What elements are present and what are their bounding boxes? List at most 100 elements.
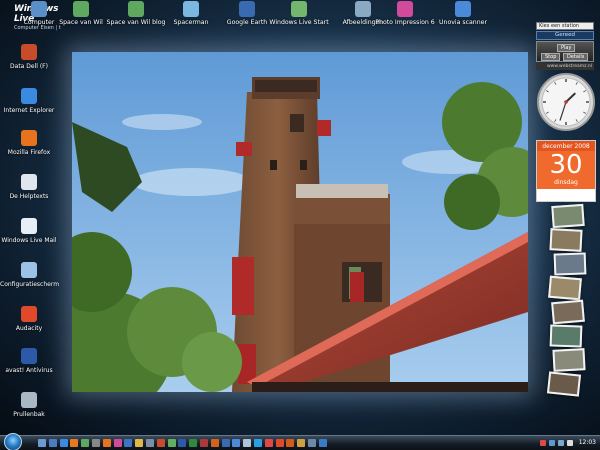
media-player-icon[interactable] (70, 439, 79, 447)
chat-icon[interactable] (540, 440, 546, 446)
top-desktop-icons: Computer Space van Wil Space van Wil blog S… (0, 0, 535, 34)
google-earth-icon[interactable] (221, 439, 230, 447)
folder-icon[interactable] (135, 439, 144, 447)
taskbar: 12:03 (0, 433, 600, 450)
desktop-icon-configuratiescherm[interactable]: Configuratiescherm (0, 262, 60, 288)
volume-icon[interactable] (567, 440, 573, 446)
desktop-icon-label: Configuratiescherm (0, 281, 60, 288)
stop-button[interactable]: Stop (541, 53, 561, 61)
radio-url: www.webstreamz.nl (536, 63, 594, 70)
desktop-icon-prullenbak[interactable]: Prullenbak (0, 392, 58, 418)
desktop-icon-label: Photo Impression 6 (375, 19, 435, 26)
clock-face-icon (537, 73, 595, 131)
access-icon[interactable] (200, 439, 208, 447)
firefox-icon (21, 130, 37, 146)
control-panel-icon (21, 262, 37, 278)
sidebar-gadgets: Kies een station Gereed Play Stop Detail… (536, 22, 598, 412)
messenger-icon[interactable] (167, 439, 176, 447)
scanner-icon (455, 1, 471, 17)
desktop-icon[interactable] (38, 439, 46, 447)
desktop-icon-label: Internet Explorer (3, 107, 55, 114)
globe-icon (239, 1, 255, 17)
scanner-icon[interactable] (232, 439, 241, 447)
skype-icon[interactable] (254, 439, 262, 447)
recycle-bin-icon (21, 392, 37, 408)
help-icon[interactable] (318, 439, 327, 447)
desktop-icon-windows-live-start[interactable]: Windows Live Start (266, 1, 332, 26)
desktop-icon-internet-explorer[interactable]: Internet Explorer (0, 88, 58, 114)
avast-icon (21, 348, 37, 364)
powerpoint-icon[interactable] (210, 439, 219, 447)
tower-photo (72, 52, 528, 392)
winamp-icon[interactable] (297, 439, 306, 447)
radio-status: Gereed (536, 31, 594, 40)
desktop-icon-label: Unovia scanner (439, 19, 487, 26)
firefox-icon[interactable] (102, 439, 111, 447)
desktop-icon-label: Windows Live Mail (1, 237, 57, 244)
document-icon (21, 174, 37, 190)
slide-photo (553, 252, 587, 276)
desktop-icon-label: Mozilla Firefox (7, 149, 51, 156)
play-button[interactable]: Play (557, 44, 576, 52)
desktop-icon-label: Windows Live Start (269, 19, 329, 26)
desktop-icon-de-helptexts[interactable]: De Helptexts (0, 174, 58, 200)
network-icon[interactable] (558, 440, 564, 446)
ie-icon[interactable] (59, 439, 68, 447)
start-button-icon[interactable] (4, 433, 22, 450)
windows-flip-icon[interactable] (48, 439, 57, 447)
audacity-icon (21, 306, 37, 322)
taskbar-clock[interactable]: 12:03 (579, 439, 596, 446)
network-icon[interactable] (308, 439, 316, 447)
clock-gadget[interactable] (536, 72, 596, 132)
picasa-icon[interactable] (264, 439, 273, 447)
radio-station-dropdown[interactable]: Kies een station (536, 22, 594, 30)
ie-icon (21, 88, 37, 104)
desktop-icon-avast-antivirus[interactable]: avast! Antivirus (0, 348, 58, 374)
calendar-weekday: dinsdag (537, 179, 595, 189)
word-icon[interactable] (178, 439, 187, 447)
desktop-icon-label: Data Dell (F) (10, 63, 48, 70)
monitor-icon (183, 1, 199, 17)
slide-photo (551, 299, 585, 325)
photo-icon[interactable] (113, 439, 122, 447)
slideshow-gadget[interactable] (546, 203, 596, 413)
people-icon (128, 1, 144, 17)
avast-icon[interactable] (286, 439, 295, 447)
paint-icon[interactable] (156, 439, 165, 447)
radio-player: Play Stop Details (536, 41, 594, 62)
desktop-icon-audacity[interactable]: Audacity (0, 306, 58, 332)
slide-photo (546, 371, 582, 397)
calendar-gadget[interactable]: december 2008 30 dinsdag (536, 140, 596, 202)
people-icon (73, 1, 89, 17)
calculator-icon[interactable] (146, 439, 154, 447)
calendar-day: 30 (537, 151, 595, 179)
slide-photo (549, 324, 583, 348)
slide-photo (548, 275, 582, 301)
computer-icon (31, 1, 47, 17)
details-button[interactable]: Details (563, 53, 589, 61)
desktop-icon-photo-impression-6[interactable]: Photo Impression 6 (372, 1, 438, 26)
notepad-icon[interactable] (243, 439, 252, 447)
shield-icon[interactable] (549, 440, 555, 446)
house-icon (291, 1, 307, 17)
slide-photo (549, 228, 583, 252)
slide-photo (551, 203, 585, 229)
excel-icon[interactable] (189, 439, 198, 447)
photo-icon (397, 1, 413, 17)
desktop-icon-mozilla-firefox[interactable]: Mozilla Firefox (0, 130, 58, 156)
desktop-icon-unovia-scanner[interactable]: Unovia scanner (430, 1, 496, 26)
desktop-icon-label: Audacity (15, 325, 43, 332)
mail-icon[interactable] (81, 439, 90, 447)
desktop-icon-data-dell-f-[interactable]: Data Dell (F) (0, 44, 58, 70)
mail-icon (21, 218, 37, 234)
slide-photo (552, 348, 586, 372)
pictures-icon (355, 1, 371, 17)
wallpaper-photo-tower (72, 52, 528, 392)
desktop-icon-windows-live-mail[interactable]: Windows Live Mail (0, 218, 58, 244)
music-icon[interactable] (124, 439, 133, 447)
desktop-icon-label: Prullenbak (13, 411, 45, 418)
audacity-icon[interactable] (275, 439, 284, 447)
desktop-icon-label: De Helptexts (9, 193, 49, 200)
gear-icon[interactable] (92, 439, 100, 447)
desktop: Windows Live Computer Eisen | t Computer… (0, 0, 600, 435)
